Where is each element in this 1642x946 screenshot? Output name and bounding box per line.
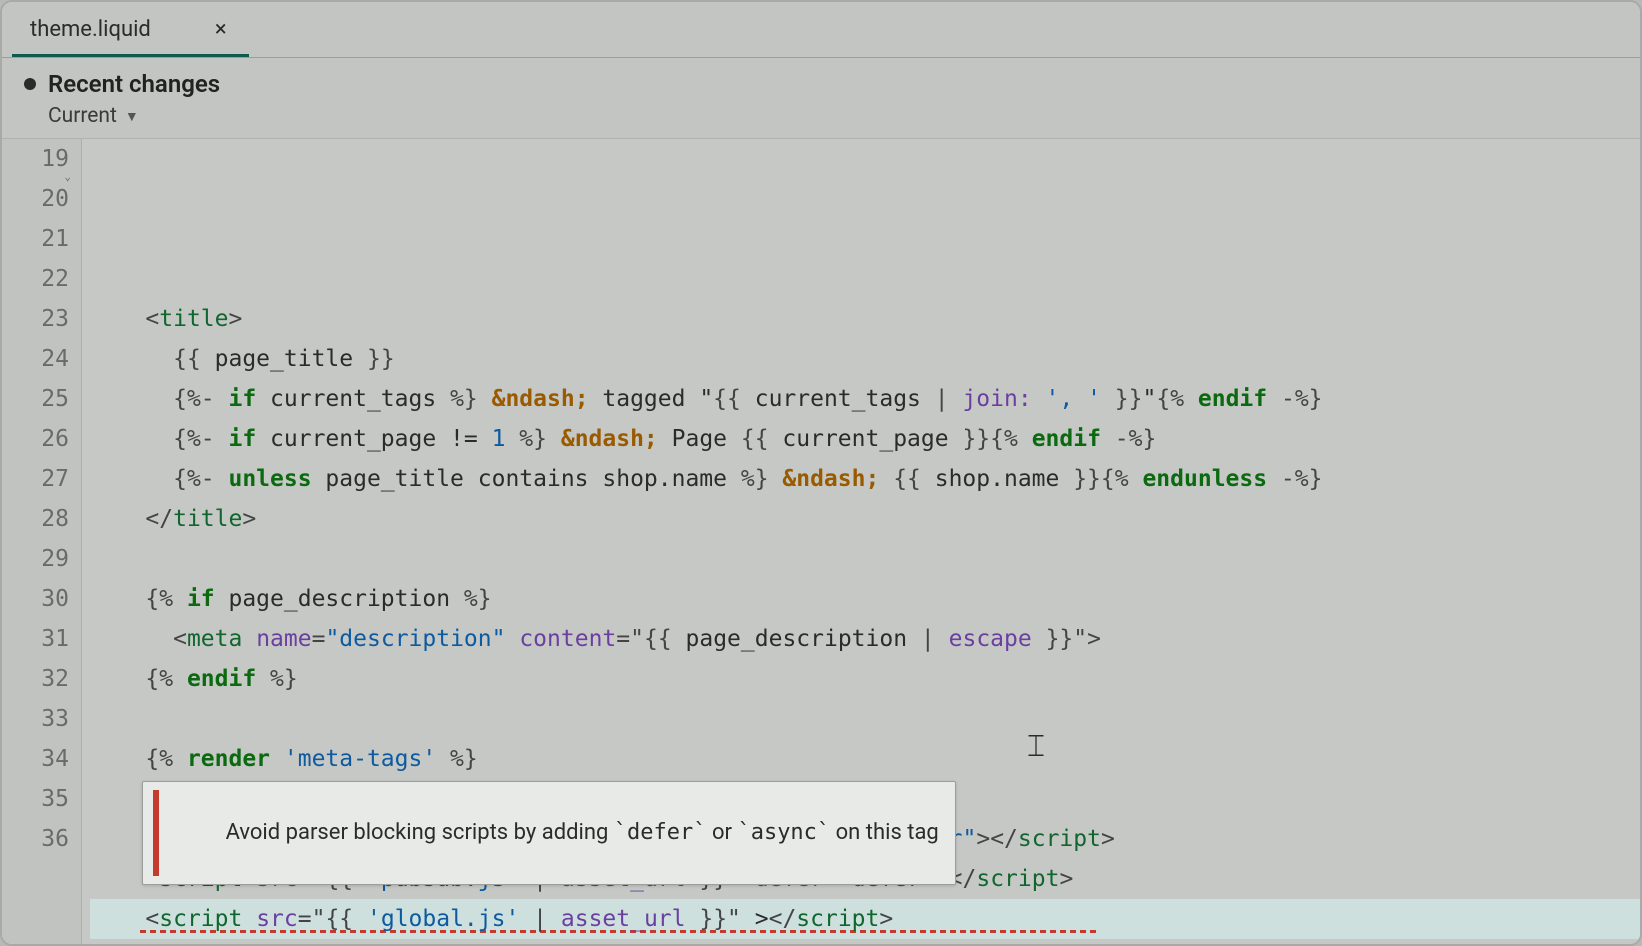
recent-changes-header: Recent changes — [24, 70, 1618, 98]
line-number[interactable]: 36 — [2, 819, 69, 859]
code-line[interactable]: {%- if current_page != 1 %} &ndash; Page… — [90, 419, 1640, 459]
code-line[interactable] — [90, 699, 1640, 739]
code-line[interactable]: {%- unless page_title contains shop.name… — [90, 459, 1640, 499]
code-editor[interactable]: 19⌄2021222324252627282930313233343536 ⌶ … — [2, 139, 1640, 944]
unsaved-dot-icon — [24, 78, 36, 90]
code-line[interactable] — [90, 939, 1640, 944]
code-area[interactable]: ⌶ <title> {{ page_title }} {%- if curren… — [82, 139, 1640, 944]
line-number[interactable]: 22 — [2, 259, 69, 299]
code-line[interactable]: {% endif %} — [90, 659, 1640, 699]
line-number[interactable]: 23 — [2, 299, 69, 339]
line-number[interactable]: 33 — [2, 699, 69, 739]
line-number[interactable]: 20 — [2, 179, 69, 219]
line-number[interactable]: 29 — [2, 539, 69, 579]
tab-filename: theme.liquid — [30, 17, 151, 42]
tab-theme-liquid[interactable]: theme.liquid × — [12, 3, 249, 57]
line-number[interactable]: 26 — [2, 419, 69, 459]
line-number[interactable]: 21 — [2, 219, 69, 259]
line-number[interactable]: 30 — [2, 579, 69, 619]
close-icon[interactable]: × — [211, 17, 231, 42]
line-number[interactable]: 28 — [2, 499, 69, 539]
code-line[interactable] — [90, 539, 1640, 579]
line-number[interactable]: 32 — [2, 659, 69, 699]
line-number-gutter: 19⌄2021222324252627282930313233343536 — [2, 139, 82, 944]
code-line[interactable]: {%- if current_tags %} &ndash; tagged "{… — [90, 379, 1640, 419]
error-severity-bar — [153, 790, 159, 876]
version-dropdown-label: Current — [48, 104, 117, 128]
code-line[interactable]: {% if page_description %} — [90, 579, 1640, 619]
line-number[interactable]: 19⌄ — [2, 139, 69, 179]
line-number[interactable]: 25 — [2, 379, 69, 419]
code-line[interactable]: </title> — [90, 499, 1640, 539]
tab-bar: theme.liquid × — [2, 2, 1640, 58]
app-window: theme.liquid × Recent changes Current ▼ … — [0, 0, 1642, 946]
code-line[interactable]: <script src="{{ 'global.js' | asset_url … — [90, 899, 1640, 939]
diagnostic-message: Avoid parser blocking scripts by adding … — [171, 790, 939, 876]
line-number[interactable]: 31 — [2, 619, 69, 659]
diagnostic-tooltip: Avoid parser blocking scripts by adding … — [142, 781, 956, 885]
recent-changes-label: Recent changes — [48, 70, 220, 98]
code-line[interactable]: <meta name="description" content="{{ pag… — [90, 619, 1640, 659]
code-line[interactable]: {% render 'meta-tags' %} — [90, 739, 1640, 779]
chevron-down-icon: ▼ — [125, 108, 139, 125]
subheader: Recent changes Current ▼ — [2, 58, 1640, 139]
version-dropdown[interactable]: Current ▼ — [48, 104, 1618, 128]
line-number[interactable]: 35 — [2, 779, 69, 819]
line-number[interactable]: 24 — [2, 339, 69, 379]
code-line[interactable]: <title> — [90, 299, 1640, 339]
code-line[interactable]: {{ page_title }} — [90, 339, 1640, 379]
line-number[interactable]: 27 — [2, 459, 69, 499]
line-number[interactable]: 34 — [2, 739, 69, 779]
